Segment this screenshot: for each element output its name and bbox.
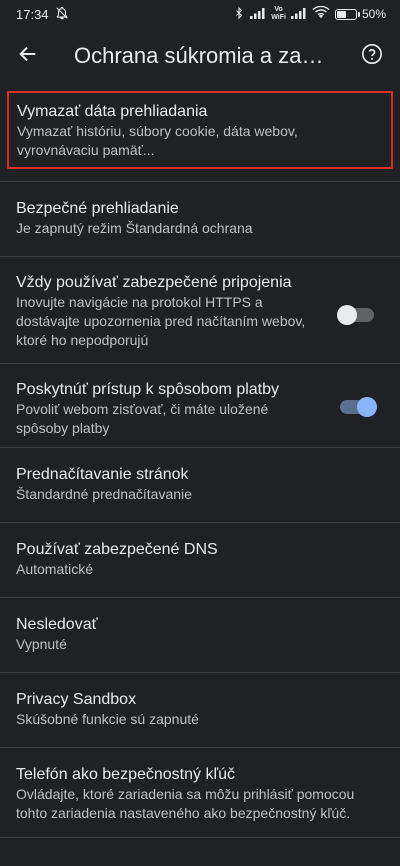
toggle-knob <box>357 397 377 417</box>
setting-title: Vždy používať zabezpečené pripojenia <box>16 274 292 291</box>
vowifi-top-label: Vo <box>274 6 283 13</box>
setting-summary: Skúšobné funkcie sú zapnuté <box>16 711 199 727</box>
wifi-icon <box>312 5 330 22</box>
setting-summary: Vypnuté <box>16 636 67 652</box>
setting-summary: Automatické <box>16 561 94 577</box>
notifications-muted-icon <box>55 6 69 23</box>
setting-clear-browsing-data[interactable]: Vymazať dáta prehliadania Vymazať histór… <box>7 91 393 169</box>
setting-https-first[interactable]: Vždy používať zabezpečené pripojenia Ino… <box>0 257 400 364</box>
setting-title: Bezpečné prehliadanie <box>16 200 179 217</box>
status-bar-right: Vo WiFi 50% <box>233 5 386 23</box>
vowifi-icon: Vo WiFi <box>271 6 286 22</box>
help-button[interactable] <box>344 28 400 84</box>
setting-summary: Je zapnutý režim Štandardná ochrana <box>16 220 253 236</box>
battery-level <box>336 10 346 18</box>
status-time: 17:34 <box>16 6 49 22</box>
vowifi-bottom-label: WiFi <box>271 14 286 21</box>
settings-list: Vymazať dáta prehliadania Vymazať histór… <box>0 91 400 838</box>
setting-payment-methods[interactable]: Poskytnúť prístup k spôsobom platby Povo… <box>0 364 400 448</box>
status-bar-left: 17:34 <box>16 6 69 23</box>
setting-title: Prednačítavanie stránok <box>16 466 189 483</box>
setting-title: Používať zabezpečené DNS <box>16 541 218 558</box>
setting-title: Telefón ako bezpečnostný kľúč <box>16 766 236 783</box>
signal-icon-2 <box>290 7 307 22</box>
signal-icon <box>250 7 266 22</box>
setting-safe-browsing[interactable]: Bezpečné prehliadanie Je zapnutý režim Š… <box>0 182 400 257</box>
back-button[interactable] <box>0 28 56 84</box>
setting-summary: Povoliť webom zisťovať, či máte uložené … <box>16 401 269 436</box>
setting-do-not-track[interactable]: Nesledovať Vypnuté <box>0 598 400 673</box>
setting-summary: Ovládajte, ktoré zariadenia sa môžu prih… <box>16 786 355 821</box>
battery-percent: 50% <box>361 7 386 21</box>
bluetooth-icon <box>233 6 245 23</box>
divider <box>0 169 400 182</box>
setting-phone-security-key[interactable]: Telefón ako bezpečnostný kľúč Ovládajte,… <box>0 748 400 838</box>
https-first-toggle[interactable] <box>337 305 374 325</box>
setting-summary: Inovujte navigácie na protokol HTTPS a d… <box>16 294 306 348</box>
toggle-knob <box>337 305 357 325</box>
app-bar: Ochrana súkromia a zabe... <box>0 28 400 84</box>
status-bar: 17:34 Vo WiFi 50% <box>0 0 400 28</box>
page-title: Ochrana súkromia a zabe... <box>74 43 344 68</box>
setting-secure-dns[interactable]: Používať zabezpečené DNS Automatické <box>0 523 400 598</box>
setting-title: Vymazať dáta prehliadania <box>17 103 208 120</box>
arrow-back-icon <box>17 43 39 70</box>
setting-privacy-sandbox[interactable]: Privacy Sandbox Skúšobné funkcie sú zapn… <box>0 673 400 748</box>
setting-title: Privacy Sandbox <box>16 691 137 708</box>
setting-title: Nesledovať <box>16 616 98 633</box>
setting-title: Poskytnúť prístup k spôsobom platby <box>16 381 280 398</box>
payment-methods-toggle[interactable] <box>340 397 377 417</box>
setting-summary: Vymazať históriu, súbory cookie, dáta we… <box>17 123 298 158</box>
setting-preload-pages[interactable]: Prednačítavanie stránok Štandardné predn… <box>0 448 400 523</box>
setting-summary: Štandardné prednačítavanie <box>16 486 192 502</box>
battery-icon <box>334 8 360 20</box>
help-icon <box>361 43 383 70</box>
